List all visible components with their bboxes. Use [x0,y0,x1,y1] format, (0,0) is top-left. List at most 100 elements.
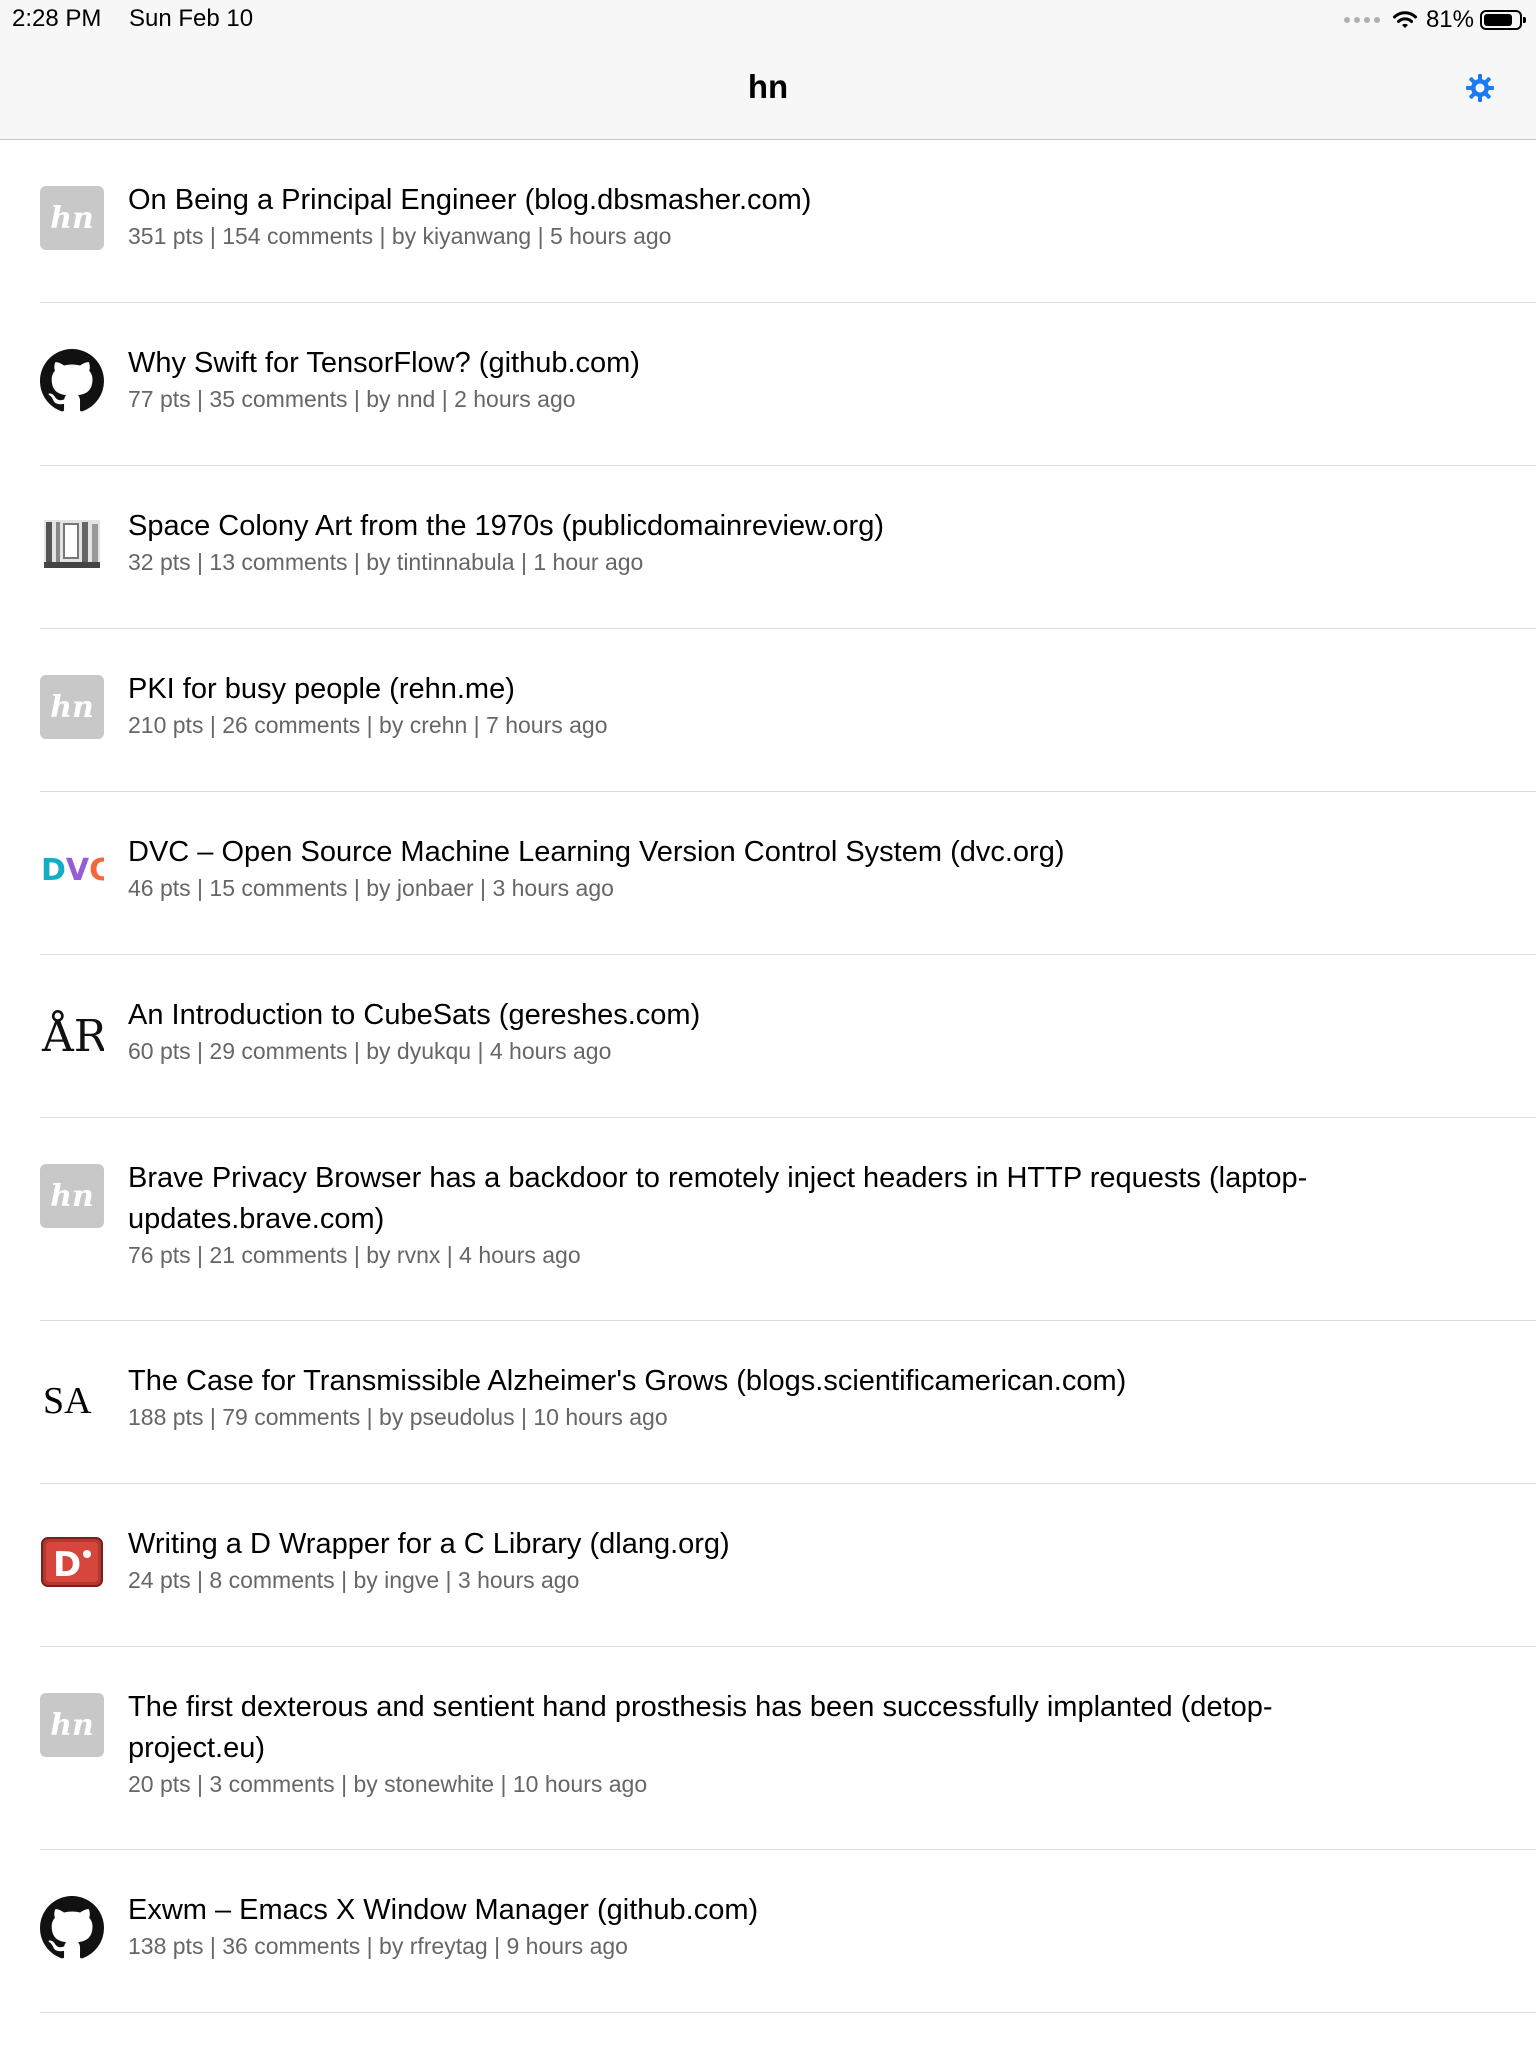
meta-separator: | [203,1404,223,1430]
svg-text:ÅR: ÅR [41,1009,104,1062]
meta-separator: | [373,223,392,249]
story-row[interactable]: DVC DVC – Open Source Machine Learning Ve… [40,792,1536,955]
story-author[interactable]: by jonbaer [366,875,473,901]
meta-separator: | [487,1933,507,1959]
story-row[interactable]: D Writing a D Wrapper for a C Library (dl… [40,1484,1536,1647]
story-comments-link[interactable]: 21 comments [209,1242,347,1268]
story-points: 138 pts [128,1933,204,1959]
story-row[interactable]: hn The first dexterous and sentient hand … [40,1647,1536,1850]
story-meta: 138 pts | 36 comments | by rfreytag | 9 … [128,1933,628,1960]
meta-separator: | [190,1567,210,1593]
story-title-link[interactable]: Writing a D Wrapper for a C Library (dla… [128,1524,1396,1565]
story-comments-link[interactable]: 36 comments [222,1933,360,1959]
story-author[interactable]: by ingve [353,1567,439,1593]
story-row[interactable]: Exwm – Emacs X Window Manager (github.co… [40,1850,1536,2013]
story-row[interactable]: Space Colony Art from the 1970s (publicd… [40,466,1536,629]
story-row[interactable]: SA The Case for Transmissible Alzheimer's… [40,1321,1536,1484]
story-author[interactable]: by tintinnabula [366,549,514,575]
story-row[interactable]: hn On Being a Principal Engineer (blog.db… [40,140,1536,303]
story-author[interactable]: by rfreytag [379,1933,488,1959]
story-title-link[interactable]: Space Colony Art from the 1970s (publicd… [128,506,1396,547]
story-points: 188 pts [128,1404,204,1430]
story-author[interactable]: by dyukqu [366,1038,471,1064]
battery-percent: 81% [1425,6,1474,33]
meta-separator: | [190,1242,210,1268]
story-comments-link[interactable]: 8 comments [209,1567,334,1593]
story-comments-link[interactable]: 29 comments [209,1038,347,1064]
story-row[interactable]: hn PKI for busy people (rehn.me) 210 pts |… [40,629,1536,792]
meta-separator: | [435,386,455,412]
story-points: 351 pts [128,223,204,249]
story-comments-link[interactable]: 154 comments [222,223,373,249]
github-icon [40,349,104,413]
meta-separator: | [347,875,367,901]
story-meta: 210 pts | 26 comments | by crehn | 7 hou… [128,712,608,739]
meta-separator: | [531,223,550,249]
story-author[interactable]: by nnd [366,386,435,412]
story-age: 4 hours ago [489,1038,612,1064]
meta-separator: | [514,1404,534,1430]
battery-fill [1484,14,1512,26]
story-title-link[interactable]: The first dexterous and sentient hand pr… [128,1687,1396,1769]
hn-placeholder-icon: hn [40,1693,104,1757]
story-author[interactable]: by rvnx [366,1242,440,1268]
story-comments-link[interactable]: 79 comments [222,1404,360,1430]
meta-separator: | [190,386,210,412]
story-title-link[interactable]: Why Swift for TensorFlow? (github.com) [128,343,1396,384]
svg-text:D: D [53,1545,81,1585]
meta-separator: | [471,1038,490,1064]
story-comments-link[interactable]: 3 comments [209,1771,334,1797]
svg-text:DVC: DVC [41,853,104,888]
status-indicators: 81% [1343,5,1526,35]
meta-separator: | [473,875,493,901]
story-title-link[interactable]: DVC – Open Source Machine Learning Versi… [128,832,1396,873]
story-comments-link[interactable]: 13 comments [209,549,347,575]
settings-button[interactable] [1464,72,1496,104]
story-author[interactable]: by stonewhite [353,1771,494,1797]
story-points: 32 pts [128,549,191,575]
page-title: hn [747,68,789,105]
story-points: 76 pts [128,1242,191,1268]
story-comments-link[interactable]: 26 comments [222,712,360,738]
story-age: 2 hours ago [454,386,576,412]
story-title-link[interactable]: Brave Privacy Browser has a backdoor to … [128,1158,1396,1240]
story-title-link[interactable]: An Introduction to CubeSats (gereshes.co… [128,995,1396,1036]
meta-separator: | [190,1771,210,1797]
story-author[interactable]: by kiyanwang [392,223,531,249]
story-title-link[interactable]: The Case for Transmissible Alzheimer's G… [128,1361,1396,1402]
story-title-link[interactable]: On Being a Principal Engineer (blog.dbsm… [128,180,1396,221]
story-age: 7 hours ago [486,712,608,738]
story-row[interactable]: ÅR An Introduction to CubeSats (gereshes.… [40,955,1536,1118]
story-title-link[interactable]: Exwm – Emacs X Window Manager (github.co… [128,1890,1396,1931]
story-points: 46 pts [128,875,191,901]
meta-separator: | [203,223,223,249]
story-points: 77 pts [128,386,191,412]
story-row[interactable]: hn Brave Privacy Browser has a backdoor t… [40,1118,1536,1321]
story-age: 4 hours ago [459,1242,581,1268]
story-comments-link[interactable]: 15 comments [209,875,347,901]
meta-separator: | [467,712,487,738]
svg-text:SA: SA [43,1380,92,1422]
meta-separator: | [203,1933,223,1959]
meta-separator: | [347,386,367,412]
story-comments-link[interactable]: 35 comments [209,386,347,412]
meta-separator: | [203,712,223,738]
story-age: 3 hours ago [457,1567,580,1593]
status-time: 2:28 PM [12,5,102,32]
meta-separator: | [334,1771,354,1797]
story-author[interactable]: by crehn [379,712,467,738]
meta-separator: | [190,1038,210,1064]
hn-placeholder-icon: hn [40,675,104,739]
story-row[interactable]: Why Swift for TensorFlow? (github.com) 77… [40,303,1536,466]
story-age: 3 hours ago [492,875,614,901]
meta-separator: | [347,1242,367,1268]
meta-separator: | [360,1404,380,1430]
story-meta: 32 pts | 13 comments | by tintinnabula |… [128,549,643,576]
story-meta: 60 pts | 29 comments | by dyukqu | 4 hou… [128,1038,611,1065]
story-age: 10 hours ago [533,1404,668,1430]
story-author[interactable]: by pseudolus [379,1404,515,1430]
story-meta: 188 pts | 79 comments | by pseudolus | 1… [128,1404,668,1431]
public-domain-review-icon [40,512,104,576]
story-title-link[interactable]: PKI for busy people (rehn.me) [128,669,1396,710]
github-icon [40,1896,104,1960]
